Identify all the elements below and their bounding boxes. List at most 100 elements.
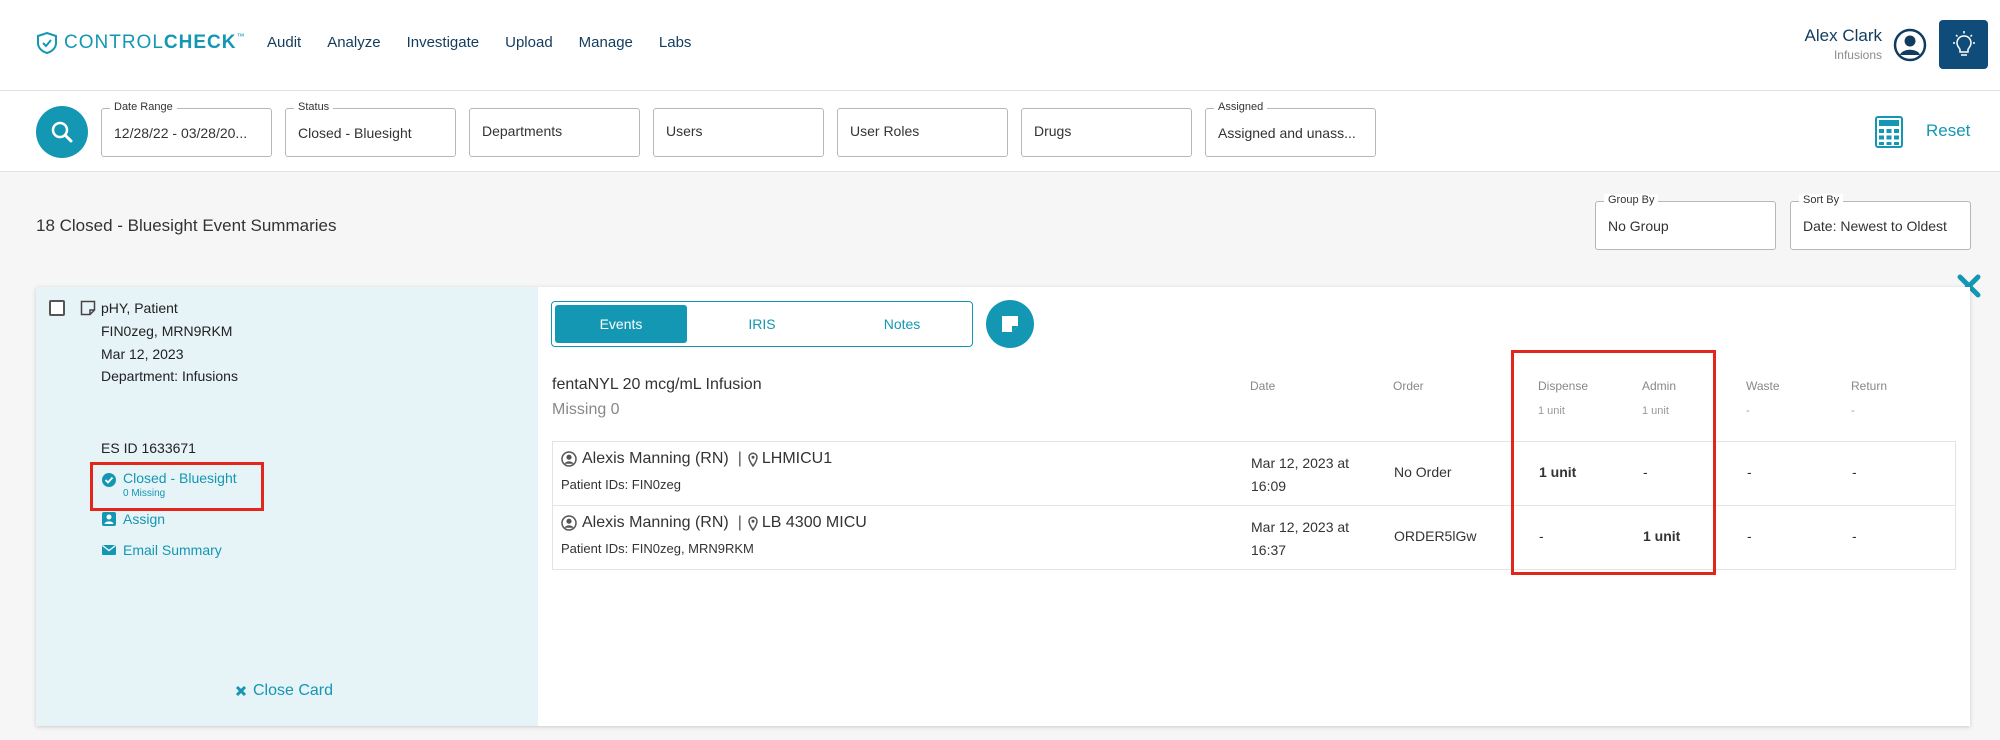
assign-label: Assign (123, 511, 166, 527)
assigned-field[interactable]: Assigned Assigned and unass... (1205, 101, 1376, 157)
select-checkbox[interactable] (49, 300, 65, 316)
patient-panel: pHY, Patient FIN0zeg, MRN9RKM Mar 12, 20… (36, 287, 538, 726)
event-person: Alexis Manning (RN) | LHMICU1 (561, 450, 832, 468)
top-navigation: CONTROLCHECK™ Audit Analyze Investigate … (0, 0, 2000, 91)
event-summary-card: pHY, Patient FIN0zeg, MRN9RKM Mar 12, 20… (36, 287, 1970, 726)
search-button[interactable] (36, 106, 88, 158)
group-by-value: No Group (1608, 218, 1669, 234)
event-date: Mar 12, 2023 at 16:09 (1251, 455, 1350, 494)
status-value: Closed - Bluesight (298, 125, 412, 141)
event-order: No Order (1394, 464, 1452, 480)
status-highlight-box (90, 462, 264, 511)
departments-field[interactable]: Departments (469, 108, 640, 157)
brand-logo[interactable]: CONTROLCHECK™ (36, 32, 245, 54)
patient-ids: FIN0zeg, MRN9RKM (101, 323, 233, 339)
main-nav: Audit Analyze Investigate Upload Manage … (267, 34, 717, 51)
add-note-button[interactable] (986, 300, 1034, 348)
event-order: ORDER5lGw (1394, 528, 1477, 544)
sort-by-value: Date: Newest to Oldest (1803, 218, 1947, 234)
column-header-return: Return (1851, 379, 1888, 393)
reset-link[interactable]: Reset (1926, 121, 1970, 141)
event-person-name: Alexis Manning (RN) (582, 450, 729, 467)
status-field[interactable]: Status Closed - Bluesight (285, 101, 456, 157)
event-row[interactable]: Alexis Manning (RN) | LB 4300 MICU Patie… (552, 505, 1956, 570)
patient-date: Mar 12, 2023 (101, 346, 184, 362)
user-avatar-icon[interactable] (1893, 28, 1927, 62)
shield-check-icon (37, 32, 57, 54)
event-patient-ids: Patient IDs: FIN0zeg (561, 477, 681, 492)
brand-name: CONTROLCHECK™ (64, 32, 246, 53)
patient-department: Department: Infusions (101, 368, 238, 384)
department-label: Department: (101, 368, 182, 384)
nav-investigate[interactable]: Investigate (407, 34, 480, 51)
sort-by-select[interactable]: Sort By Date: Newest to Oldest (1790, 194, 1971, 250)
users-placeholder: Users (666, 123, 703, 139)
email-summary-label: Email Summary (123, 542, 222, 558)
email-summary-link[interactable]: Email Summary (102, 542, 222, 558)
search-icon (51, 121, 73, 143)
event-waste: - (1747, 464, 1752, 480)
event-patient-ids: Patient IDs: FIN0zeg, MRN9RKM (561, 541, 754, 556)
assign-user-icon (102, 512, 116, 526)
es-id: ES ID 1633671 (101, 440, 196, 456)
filter-bar: Date Range 12/28/22 - 03/28/20... Status… (0, 91, 2000, 172)
event-person: Alexis Manning (RN) | LB 4300 MICU (561, 514, 867, 532)
group-by-select[interactable]: Group By No Group (1595, 194, 1776, 250)
event-date: Mar 12, 2023 at 16:37 (1251, 519, 1350, 558)
summary-count: 18 Closed - Bluesight Event Summaries (36, 216, 337, 235)
assigned-value: Assigned and unass... (1218, 125, 1356, 141)
drugs-placeholder: Drugs (1034, 123, 1072, 139)
tab-iris[interactable]: IRIS (696, 305, 828, 343)
dispense-admin-highlight-box (1511, 350, 1716, 575)
user-name: Alex Clark (1804, 26, 1882, 45)
tab-events[interactable]: Events (555, 305, 687, 343)
drugs-field[interactable]: Drugs (1021, 108, 1192, 157)
event-return: - (1852, 464, 1857, 480)
calculator-icon[interactable] (1873, 116, 1905, 148)
total-waste: - (1746, 405, 1750, 417)
drug-name: fentaNYL 20 mcg/mL Infusion (552, 376, 762, 393)
separator: | (737, 514, 742, 531)
date-range-value: 12/28/22 - 03/28/20... (114, 125, 248, 141)
event-waste: - (1747, 528, 1752, 544)
lightbulb-icon (1952, 30, 1975, 56)
column-header-waste: Waste (1746, 379, 1780, 393)
patient-name: pHY, Patient (101, 300, 178, 316)
assigned-label: Assigned (1214, 101, 1268, 113)
group-by-label: Group By (1604, 194, 1659, 206)
sort-by-label: Sort By (1799, 194, 1844, 206)
close-card-button[interactable]: Close Card (235, 682, 333, 700)
note-icon[interactable] (80, 300, 96, 316)
user-roles-placeholder: User Roles (850, 123, 920, 139)
nav-labs[interactable]: Labs (659, 34, 692, 51)
user-department: Infusions (1833, 48, 1882, 62)
nav-upload[interactable]: Upload (505, 34, 553, 51)
column-header-order: Order (1393, 379, 1424, 393)
user-roles-field[interactable]: User Roles (837, 108, 1008, 157)
date-range-field[interactable]: Date Range 12/28/22 - 03/28/20... (101, 101, 272, 157)
users-field[interactable]: Users (653, 108, 824, 157)
column-header-date: Date (1250, 379, 1276, 393)
location-pin-icon (748, 515, 758, 531)
person-icon (561, 451, 577, 467)
ideas-button[interactable] (1939, 20, 1988, 69)
event-return: - (1852, 528, 1857, 544)
event-person-name: Alexis Manning (RN) (582, 514, 729, 531)
detail-tabs: Events IRIS Notes (551, 301, 973, 347)
assign-link[interactable]: Assign (102, 511, 165, 527)
envelope-icon (102, 544, 116, 555)
nav-audit[interactable]: Audit (267, 34, 301, 51)
tab-notes[interactable]: Notes (836, 305, 968, 343)
user-info[interactable]: Alex Clark Infusions (1805, 26, 1882, 62)
event-location: LB 4300 MICU (761, 514, 867, 531)
date-range-label: Date Range (110, 101, 177, 113)
location-pin-icon (748, 451, 758, 467)
departments-placeholder: Departments (482, 123, 563, 139)
nav-manage[interactable]: Manage (579, 34, 633, 51)
status-label: Status (294, 101, 334, 113)
event-row[interactable]: Alexis Manning (RN) | LHMICU1 Patient ID… (552, 441, 1956, 506)
drug-missing-count: Missing 0 (552, 401, 620, 418)
nav-analyze[interactable]: Analyze (327, 34, 380, 51)
person-icon (561, 515, 577, 531)
sticky-note-icon (1002, 316, 1018, 332)
